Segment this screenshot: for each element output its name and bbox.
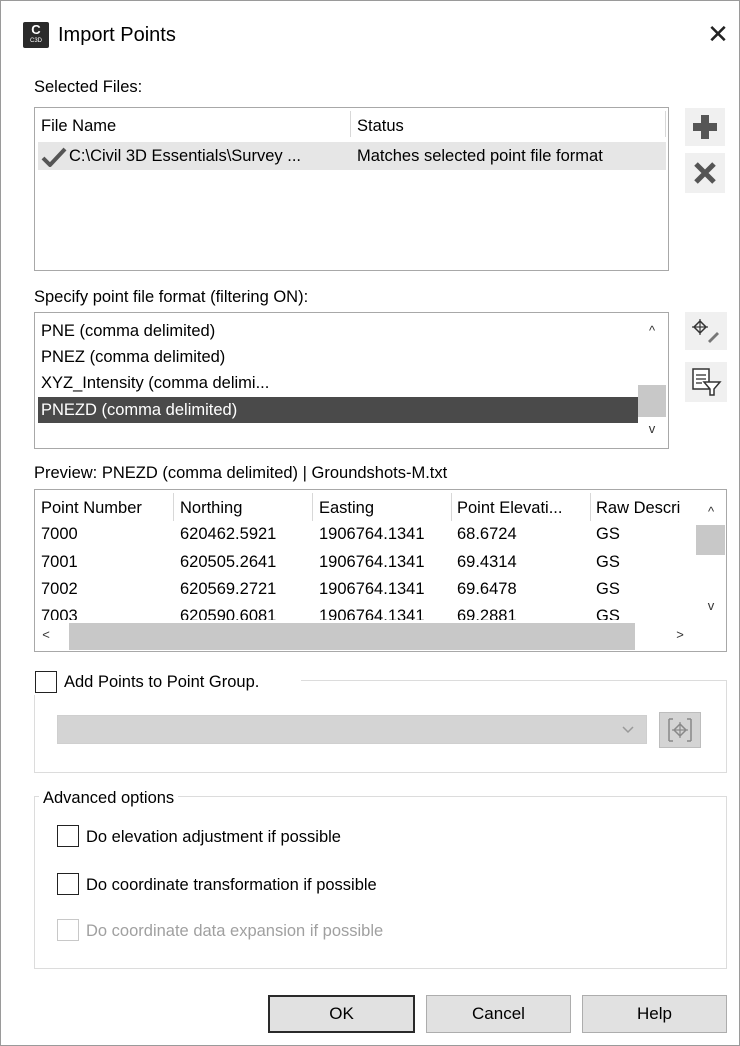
preview-horizontal-scrollbar[interactable]: < > [36, 621, 696, 651]
preview-row[interactable]: 7000 620462.5921 1906764.1341 68.6724 GS [35, 524, 695, 546]
column-separator[interactable] [590, 493, 591, 521]
column-separator[interactable] [312, 493, 313, 521]
x-icon [694, 162, 716, 184]
scroll-down-arrow[interactable]: v [701, 597, 721, 615]
preview-column-header[interactable]: Point Number [41, 498, 171, 518]
preview-column-header[interactable]: Raw Descri [596, 498, 694, 518]
advanced-options-label: Advanced options [39, 788, 179, 808]
preview-column-header[interactable]: Point Elevati... [457, 498, 587, 518]
scroll-right-arrow[interactable]: > [670, 626, 690, 644]
remove-file-button[interactable] [685, 153, 725, 193]
chevron-down-icon [622, 726, 634, 734]
point-group-combo[interactable] [57, 715, 647, 744]
elevation-adjustment-label[interactable]: Do elevation adjustment if possible [86, 827, 341, 847]
column-file-name[interactable]: File Name [41, 115, 116, 137]
format-list-scrollbar[interactable]: ^ v [638, 314, 666, 447]
elevation-adjustment-option[interactable]: Do elevation adjustment if possible [57, 823, 457, 851]
preview-column-header[interactable]: Easting [319, 498, 449, 518]
preview-column-header[interactable]: Northing [180, 498, 310, 518]
format-item[interactable]: PNE (comma delimited) [38, 318, 638, 344]
dialog-title: Import Points [58, 24, 176, 46]
checkmark-icon [41, 147, 67, 167]
manage-formats-button[interactable] [685, 312, 727, 350]
preview-grid[interactable]: Point Number Northing Easting Point Elev… [34, 489, 727, 652]
coordinate-transformation-checkbox[interactable] [57, 873, 79, 895]
format-item[interactable]: PNEZ (comma delimited) [38, 344, 638, 370]
column-separator[interactable] [665, 111, 666, 137]
column-separator[interactable] [350, 111, 351, 137]
coordinate-transformation-label[interactable]: Do coordinate transformation if possible [86, 875, 377, 895]
add-to-group-label[interactable]: Add Points to Point Group. [64, 672, 259, 692]
file-name-cell: C:\Civil 3D Essentials\Survey ... [69, 147, 301, 165]
add-to-group-checkbox-row[interactable]: Add Points to Point Group. [31, 667, 301, 695]
elevation-adjustment-checkbox[interactable] [57, 825, 79, 847]
pick-point-group-button[interactable] [659, 712, 701, 748]
scroll-left-arrow[interactable]: < [36, 626, 56, 644]
scroll-up-arrow[interactable]: ^ [701, 503, 721, 521]
coordinate-expansion-label: Do coordinate data expansion if possible [86, 922, 384, 940]
plus-icon [693, 115, 717, 139]
manage-formats-icon [692, 319, 719, 343]
selected-files-list[interactable]: File Name Status C:\Civil 3D Essentials\… [34, 107, 669, 271]
format-item[interactable]: XYZ_Intensity (comma delimi... [38, 370, 638, 396]
import-points-dialog: C C3D Import Points ✕ Selected Files: Fi… [0, 0, 740, 1046]
coordinate-expansion-checkbox [57, 919, 79, 941]
selected-files-label: Selected Files: [34, 78, 143, 96]
column-separator[interactable] [451, 493, 452, 521]
point-file-format-list[interactable]: PNE (comma delimited) PNEZ (comma delimi… [34, 312, 669, 449]
scroll-up-arrow[interactable]: ^ [642, 322, 662, 340]
file-status-cell: Matches selected point file format [357, 147, 603, 165]
close-icon[interactable]: ✕ [703, 17, 733, 51]
scroll-thumb[interactable] [638, 385, 666, 417]
preview-row[interactable]: 7001 620505.2641 1906764.1341 69.4314 GS [35, 552, 695, 574]
filter-formats-button[interactable] [685, 362, 727, 402]
filter-icon [692, 368, 722, 396]
add-to-group-checkbox[interactable] [35, 671, 57, 693]
preview-row[interactable]: 7003 620590.6081 1906764.1341 69.2881 GS [35, 606, 695, 620]
format-item-selected[interactable]: PNEZD (comma delimited) [38, 397, 638, 423]
ok-button[interactable]: OK [268, 995, 415, 1033]
column-separator[interactable] [173, 493, 174, 521]
cancel-button[interactable]: Cancel [426, 995, 571, 1033]
preview-vertical-scrollbar[interactable]: ^ v [696, 491, 725, 621]
file-row[interactable]: C:\Civil 3D Essentials\Survey ... Matche… [38, 142, 666, 170]
coordinate-expansion-option: Do coordinate data expansion if possible [57, 917, 477, 945]
point-file-format-label: Specify point file format (filtering ON)… [34, 288, 309, 306]
preview-label: Preview: PNEZD (comma delimited) | Groun… [34, 464, 448, 482]
add-file-button[interactable] [685, 108, 725, 146]
scroll-thumb[interactable] [696, 525, 725, 555]
scroll-thumb[interactable] [69, 623, 635, 650]
preview-row[interactable]: 7002 620569.2721 1906764.1341 69.6478 GS [35, 579, 695, 601]
civil3d-app-icon: C C3D [23, 22, 49, 48]
scroll-down-arrow[interactable]: v [642, 420, 662, 438]
coordinate-transformation-option[interactable]: Do coordinate transformation if possible [57, 871, 477, 899]
help-button[interactable]: Help [582, 995, 727, 1033]
column-status[interactable]: Status [357, 115, 404, 137]
pick-group-icon [668, 718, 692, 742]
